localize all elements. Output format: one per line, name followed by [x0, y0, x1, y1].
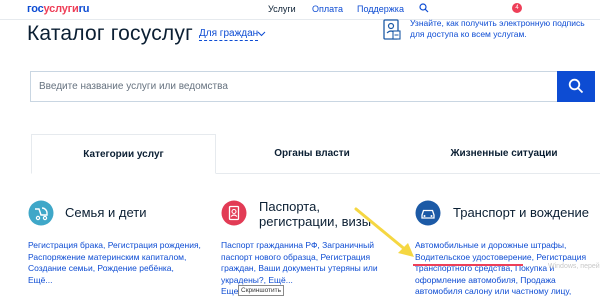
category-transport-title[interactable]: Транспорт и вождение	[453, 205, 589, 220]
search-input[interactable]	[31, 72, 557, 101]
category-transport-link-line: Водительское удостоверение, Регистрация	[415, 252, 586, 264]
category-transport-link-line[interactable]: Автомобильные и дорожные штрафы,	[415, 240, 586, 252]
category-family-link-line[interactable]: Создание семьи, Рождение ребёнка,	[28, 263, 201, 275]
category-family-more-link[interactable]: Ещё...	[28, 275, 201, 287]
stroller-icon	[28, 200, 54, 226]
category-transport-link-line[interactable]: оформление автомобиля, Продажа	[415, 275, 586, 287]
nav-payment[interactable]: Оплата	[312, 4, 343, 14]
windows-activation-watermark: Windows, перей	[548, 263, 600, 270]
category-transport-link-line[interactable]: , Регистрация	[532, 252, 586, 262]
notification-badge[interactable]: 4	[512, 3, 522, 13]
category-passports-link-line[interactable]: граждан, Ваши документы утеряны или	[221, 263, 378, 275]
audience-dropdown[interactable]: Для граждан	[199, 28, 259, 41]
gosuslugi-logo[interactable]: госуслугиru	[27, 3, 89, 15]
tab-categories[interactable]: Категории услуг	[31, 134, 216, 174]
tab-life-situations[interactable]: Жизненные ситуации	[408, 134, 600, 174]
digital-signature-icon	[383, 19, 401, 40]
catalog-tabs: Категории услуг Органы власти Жизненные …	[31, 134, 600, 174]
category-family-title[interactable]: Семья и дети	[65, 205, 146, 220]
page-title: Каталог госуслуг	[27, 22, 193, 45]
digital-signature-promo-link[interactable]: Узнайте, как получить электронную подпис…	[410, 18, 600, 40]
highlight-underline	[413, 264, 523, 266]
category-family-link-line[interactable]: Распоряжение материнским капиталом,	[28, 252, 201, 264]
top-navigation-bar: госуслугиru Услуги Оплата Поддержка 4	[0, 0, 600, 20]
nav-services[interactable]: Услуги	[268, 4, 296, 14]
nav-support[interactable]: Поддержка	[357, 4, 404, 14]
category-family-links: Регистрация брака, Регистрация рождения,…	[28, 240, 201, 286]
tab-authorities[interactable]: Органы власти	[216, 134, 408, 174]
search-icon[interactable]	[419, 3, 429, 13]
category-transport-link-line[interactable]: автомобиля салону или частному лицу,	[415, 286, 586, 296]
passport-icon	[221, 200, 247, 226]
chevron-down-icon[interactable]	[257, 29, 266, 38]
service-search-box	[30, 71, 595, 102]
drivers-license-link[interactable]: Водительское удостоверение	[415, 252, 532, 262]
annotation-arrow-icon	[354, 207, 414, 257]
category-family-link-line[interactable]: Регистрация брака, Регистрация рождения,	[28, 240, 201, 252]
search-button[interactable]	[557, 71, 595, 102]
search-icon	[568, 78, 584, 94]
screenshot-tooltip: Скриншотить	[238, 285, 285, 296]
